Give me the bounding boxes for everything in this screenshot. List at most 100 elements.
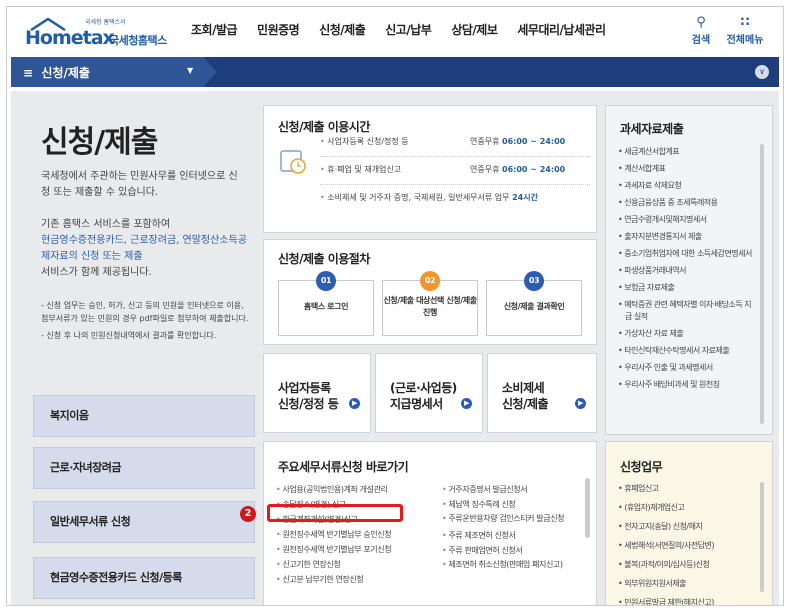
arrow-right-icon: ▶ [349, 398, 360, 409]
doc-link[interactable]: • 주류운반용차량 검인스티커 발급신청 [442, 512, 580, 524]
welfare-button[interactable]: 복지이음 [33, 395, 255, 437]
note-item: - 신청 업무는 승인, 허가, 신고 등의 민원을 인터넷으로 이용, 첨부서… [41, 301, 249, 323]
arrow-right-icon: ▶ [461, 398, 472, 409]
quick-line1: (근로·사업등) [390, 381, 457, 395]
time-row: • 소비제세 및 거주자 증명, 국제세원, 일반세무서류 업무 24시간 [320, 193, 538, 202]
tax-link[interactable]: • 우리사주 배당비과세 및 원천징 [618, 379, 754, 391]
main-content: 신청/제출 국세청에서 주관하는 민원사무를 인터넷으로 신청 또는 제출할 수… [11, 91, 779, 605]
quick-line2: 지급명세서 [390, 397, 443, 411]
nav-item-certificate[interactable]: 민원증명 [257, 21, 300, 45]
tax-link[interactable]: • 보험금 자료제출 [618, 282, 754, 294]
tax-link[interactable]: • 가상자산 자료 제출 [618, 328, 754, 340]
intro-panel: 신청/제출 국세청에서 주관하는 민원사무를 인터넷으로 신청 또는 제출할 수… [11, 91, 255, 605]
tax-link[interactable]: • 우리사주 인출 및 과세명세서 [618, 362, 754, 374]
tax-link-text: 계산서합계표 [624, 164, 666, 173]
tax-link[interactable]: • 예탁증권 관련 혜택자별 이자·배당소득 지급 실적 [618, 299, 754, 323]
time-row-label: 사업자등록 신청/정정 등 [327, 137, 409, 146]
doc-link[interactable]: • 거주자증명서 발급신청서 [442, 482, 580, 497]
apply-link-text: (휴업자)재개업신고 [624, 503, 685, 512]
step-card: 01 홈택스 로그인 [278, 271, 374, 336]
doc-link[interactable]: • 주류 판매업면허 신청서 [442, 543, 580, 558]
quick-line2: 신청/정정 등 [278, 397, 339, 411]
search-button[interactable]: ⚲ 검색 [679, 15, 723, 46]
quick-payment-statement[interactable]: (근로·사업등) 지급명세서 ▶ [375, 353, 483, 433]
arrow-right-icon: ▶ [575, 398, 586, 409]
nav-item-consult[interactable]: 상담/제보 [451, 21, 498, 45]
procedure-box: 신청/제출 이용절차 01 홈택스 로그인 02 신청/제출 대상선택 신청/제출 … [263, 239, 597, 345]
apply-link[interactable]: • 외부위원지원서제출 [618, 577, 758, 590]
quick-consumption-tax[interactable]: 소비제세 신청/제출 ▶ [487, 353, 597, 433]
nav-item-agent[interactable]: 세무대리/납세관리 [517, 21, 606, 45]
grid-icon: ∷ [740, 15, 750, 30]
nav-item-inquiry[interactable]: 조회/발급 [191, 21, 238, 45]
all-menu-label: 전체메뉴 [726, 35, 764, 46]
step-number: 02 [420, 271, 440, 291]
time-row-label: 소비제세 및 거주자 증명, 국제세원, 일반세무서류 업무 [327, 193, 510, 202]
usage-time-title: 신청/제출 이용시간 [278, 120, 370, 134]
doc-link-text: 사업용(공익법인용)계좌 개설관리 [282, 485, 388, 494]
step-label: 홈택스 로그인 [303, 302, 349, 311]
earned-income-button[interactable]: 근로·자녀장려금 [33, 447, 255, 489]
doc-link[interactable]: • 원천징수세액 반기별납부 승인신청 [276, 527, 392, 542]
apply-link[interactable]: • 민원서류발급 제한(해지신고) [618, 596, 758, 605]
step-number: 01 [316, 271, 336, 291]
doc-link[interactable]: • 체납액 징수특례 신청 [442, 497, 580, 512]
quick-line1: 사업자등록 [278, 381, 331, 395]
apply-work-title: 신청업무 [620, 460, 663, 474]
tax-link[interactable]: • 출자지분변경통지서 제출 [618, 231, 754, 243]
apply-link[interactable]: • (휴업자)재개업신고 [618, 501, 758, 514]
tax-link[interactable]: • 타인신탁재산수탁명세서 자료제출 [618, 345, 754, 357]
menu-selector[interactable]: ≡ 신청/제출 ▼ [11, 57, 217, 87]
tax-link-text: 연금수령개시및해지명세서 [624, 215, 707, 224]
divider [320, 156, 590, 157]
doc-link[interactable]: • 신고기한 연장신청 [276, 557, 391, 572]
doc-link[interactable]: • 원천징수세액 반기별납부 포기신청 [276, 542, 392, 557]
intro-text: 국세청에서 주관하는 민원사무를 인터넷으로 신청 또는 제출할 수 있습니다. [41, 171, 238, 198]
all-menu-button[interactable]: ∷ 전체메뉴 [723, 15, 767, 46]
step-badge: 2 [240, 506, 256, 522]
intro-highlight: 현금영수증전용카드, 근로장려금, 연말정산소득공제자료의 신청 또는 제출 [41, 235, 247, 262]
tax-link[interactable]: • 과세자료 삭제요청 [618, 180, 754, 192]
doc-link[interactable]: • 주류 제조면허 신청서 [442, 528, 580, 543]
divider [320, 184, 590, 185]
scrollbar[interactable] [760, 144, 764, 424]
tax-link-text: 신용금융상품 중 조세특례적용 [624, 198, 718, 207]
scrollbar[interactable] [760, 482, 764, 592]
tax-link[interactable]: • 계산서합계표 [618, 163, 754, 175]
tax-link[interactable]: • 파생상품거래내역서 [618, 265, 754, 277]
scrollbar[interactable] [585, 478, 590, 538]
apply-link[interactable]: • 전자고지(송달) 신청/해지 [618, 520, 758, 533]
tax-link[interactable]: • 신용금융상품 중 조세특례적용 [618, 197, 754, 209]
general-docs-button[interactable]: 일반세무서류 신청 [33, 501, 255, 543]
time-value: 06:00 ~ 24:00 [502, 165, 566, 174]
calendar-clock-icon [280, 150, 306, 174]
chevron-down-icon[interactable]: ∨ [755, 65, 769, 79]
tax-link[interactable]: • 중소기업취업자에 대한 소득세감면명세서 [618, 248, 754, 260]
doc-link[interactable]: • 신고분 납부기한 연장신청 [276, 572, 391, 587]
apply-link[interactable]: • 불복(과적/이의/심사등)신청 [618, 558, 758, 571]
logo-wordmark: Hometax [25, 27, 115, 49]
intro-text-2b: 서비스가 함께 제공됩니다. [41, 267, 152, 278]
step-number: 03 [524, 271, 544, 291]
menu-selector-text: 신청/제출 [41, 66, 90, 80]
tax-link-text: 가상자산 자료 제출 [624, 329, 684, 338]
time-row: • 사업자등록 신청/정정 등 연중무휴 06:00 ~ 24:00 [320, 137, 566, 146]
doc-link[interactable]: • 사업용(공익법인용)계좌 개설관리 [276, 482, 391, 497]
doc-link-text: 신고기한 연장신청 [282, 560, 341, 569]
doc-link-text: 주류 판매업면허 신청서 [448, 546, 523, 555]
tax-link[interactable]: • 세금계산서합계표 [618, 146, 754, 158]
doc-link[interactable]: • 제조면허 취소신청(판매업 폐지신고) [442, 558, 580, 570]
quick-business-registration[interactable]: 사업자등록신청/정정 등 ▶ [263, 353, 371, 433]
hometax-logo[interactable]: 국세청 홈택스서 Hometax 국세청홈택스 [25, 17, 175, 49]
apply-link[interactable]: • 세법해석(서면질의/사전답변) [618, 539, 758, 552]
doc-link-text: 주류 제조면허 신청서 [448, 531, 516, 540]
tax-link-text: 중소기업취업자에 대한 소득세감면명세서 [624, 249, 752, 258]
apply-link[interactable]: • 휴폐업신고 [618, 482, 758, 495]
tax-link[interactable]: • 연금수령개시및해지명세서 [618, 214, 754, 226]
nav-item-apply[interactable]: 신청/제출 [319, 21, 366, 45]
logo-tiny-text: 국세청 홈택스서 [85, 19, 126, 26]
top-icons: ⚲ 검색 ∷ 전체메뉴 [679, 15, 767, 46]
cash-receipt-card-button[interactable]: 현금영수증전용카드 신청/등록 [33, 557, 255, 599]
apply-link-text: 불복(과적/이의/심사등)신청 [624, 560, 710, 569]
nav-item-report[interactable]: 신고/납부 [385, 21, 432, 45]
